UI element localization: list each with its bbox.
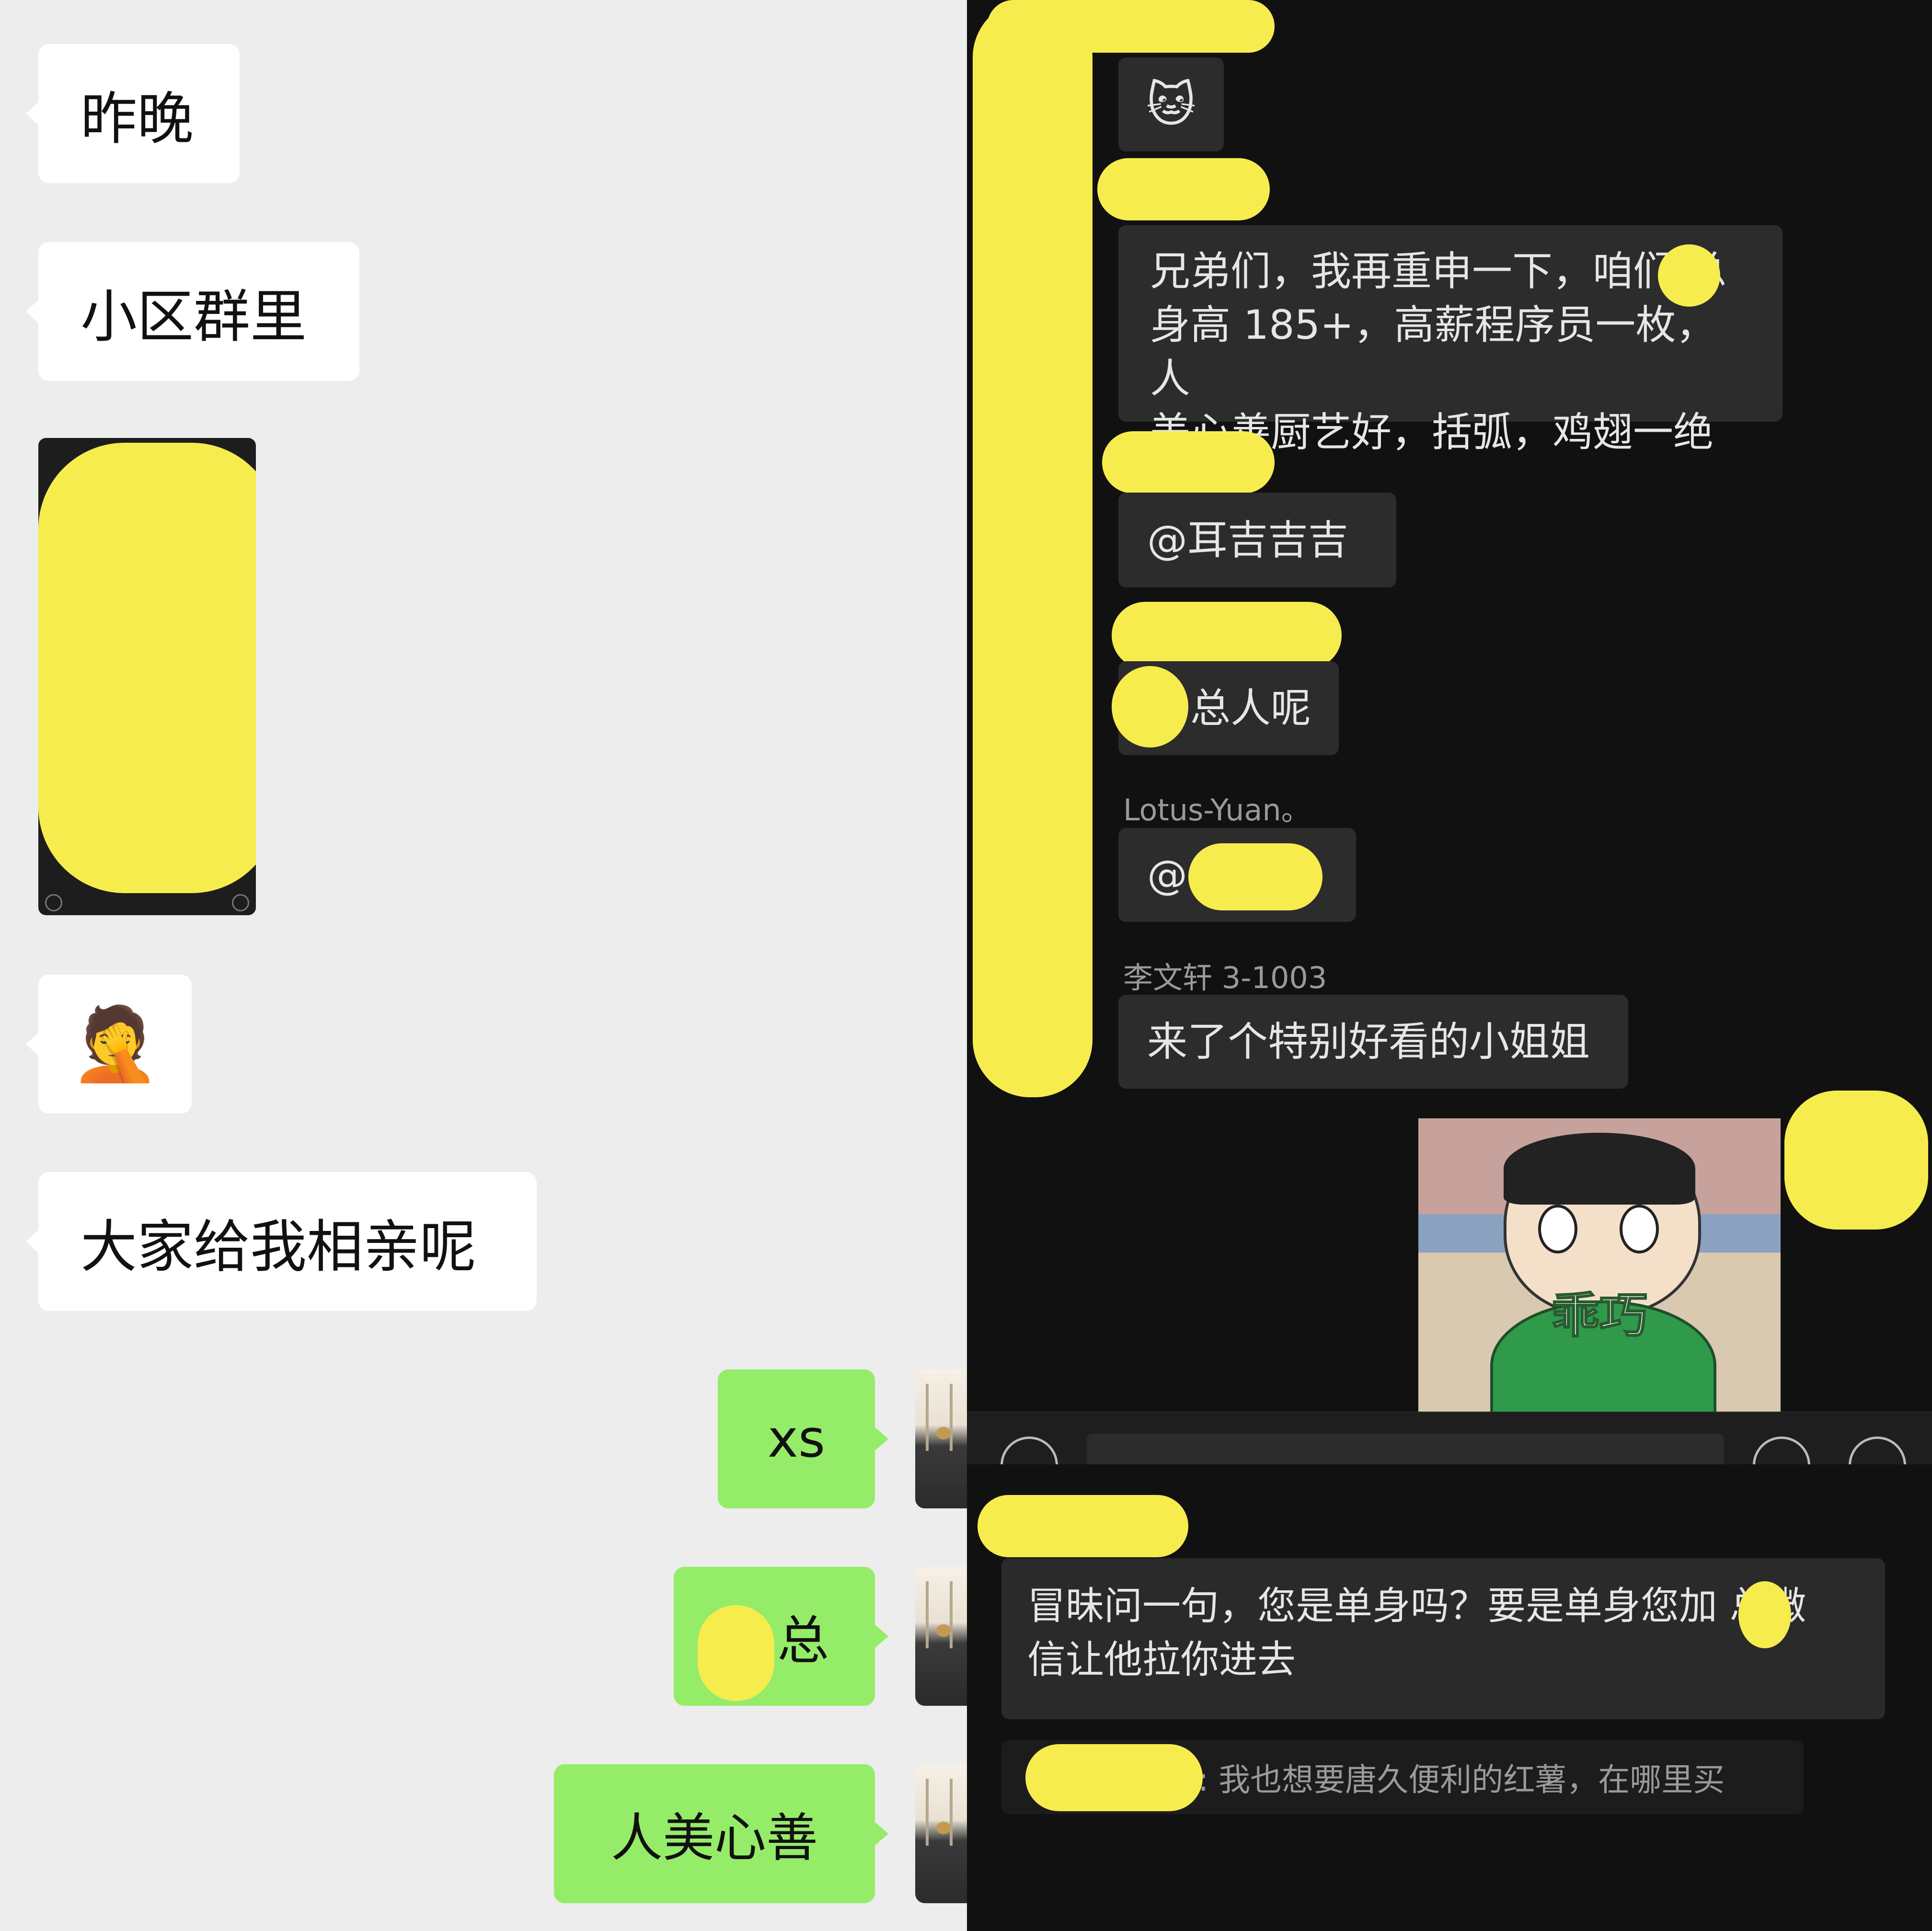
message-text: 来了个特别好看的小姐姐 (1147, 1018, 1590, 1065)
censor-sticker-overlay (973, 0, 1092, 1097)
censor-sticker-overlay (1188, 843, 1322, 910)
user-avatar[interactable] (915, 1369, 967, 1508)
incoming-message-bubble[interactable]: @耳吉吉吉 (1118, 493, 1396, 587)
incoming-emoji-bubble[interactable]: 🐱 (1118, 57, 1224, 151)
censor-sticker-overlay (1097, 158, 1270, 220)
message-text: 大家给我相亲呢 (80, 1213, 477, 1280)
message-line: 身高 185+，高薪程序员一枚，人 (1150, 301, 1716, 402)
left-chat-panel: 昨晚 小区群里 🤦 大家给我相亲呢 xs 总 人美心善 (0, 0, 967, 1931)
image-thumbnail[interactable] (38, 438, 256, 915)
outgoing-message-bubble[interactable]: xs (718, 1369, 888, 1508)
incoming-emoji-bubble[interactable]: 🤦 (26, 975, 192, 1114)
censor-sticker-overlay (1112, 666, 1188, 747)
censor-sticker-overlay (1102, 431, 1275, 494)
censor-sticker-overlay (1112, 602, 1342, 669)
message-text: 小区群里 (80, 283, 307, 350)
sticker-caption: 乖巧 (1551, 1287, 1648, 1345)
censor-sticker-overlay (1025, 1744, 1203, 1811)
incoming-message-bubble[interactable]: 大家给我相亲呢 (26, 1172, 537, 1311)
message-text: xs (767, 1409, 826, 1469)
circle-icon (45, 894, 62, 911)
message-text: @ (1147, 851, 1187, 898)
incoming-message-bubble[interactable]: 小区群里 (26, 242, 359, 381)
censor-sticker-overlay (1658, 244, 1720, 307)
facepalm-emoji-icon: 🤦 (70, 1002, 160, 1086)
message-text: 总人呢 (1190, 685, 1311, 732)
chat-input-bar (967, 1412, 1932, 1494)
sender-name: Lotus-Yuan。 (1123, 793, 1311, 828)
message-line: 冒昧问一句，您是单身吗？要是单身您加 总微 (1027, 1584, 1806, 1628)
quote-text: : 我也想要唐久便利的红薯，在哪里买 (1198, 1761, 1725, 1798)
circle-icon (232, 894, 249, 911)
censor-sticker-overlay (698, 1605, 774, 1701)
incoming-message-bubble[interactable]: 来了个特别好看的小姐姐 (1118, 995, 1628, 1089)
character-hair (1504, 1133, 1695, 1205)
censor-sticker-overlay (1738, 1581, 1791, 1648)
censor-sticker-overlay (1784, 1091, 1928, 1230)
cat-face-emoji-icon: 🐱 (1146, 76, 1196, 133)
outgoing-message-bubble[interactable]: 总 (674, 1567, 888, 1706)
censor-sticker-overlay (978, 1495, 1188, 1557)
message-text: 昨晚 (80, 85, 194, 152)
user-avatar[interactable] (915, 1567, 967, 1706)
outgoing-message-bubble[interactable]: 人美心善 (554, 1764, 888, 1903)
message-text: 总 (777, 1611, 829, 1671)
message-text: @耳吉吉吉 (1147, 517, 1349, 563)
user-avatar[interactable] (915, 1764, 967, 1903)
message-input[interactable] (1087, 1434, 1724, 1467)
incoming-message-bubble[interactable]: 昨晚 (26, 44, 240, 183)
sender-name: 李文轩 3-1003 (1123, 960, 1327, 995)
message-text: 人美心善 (610, 1808, 818, 1868)
censor-sticker-overlay (38, 443, 256, 893)
message-line: 信让他拉你进去 (1027, 1637, 1296, 1682)
sticker-image[interactable]: 乖巧 (1418, 1118, 1781, 1412)
censor-sticker-overlay (987, 0, 1275, 53)
